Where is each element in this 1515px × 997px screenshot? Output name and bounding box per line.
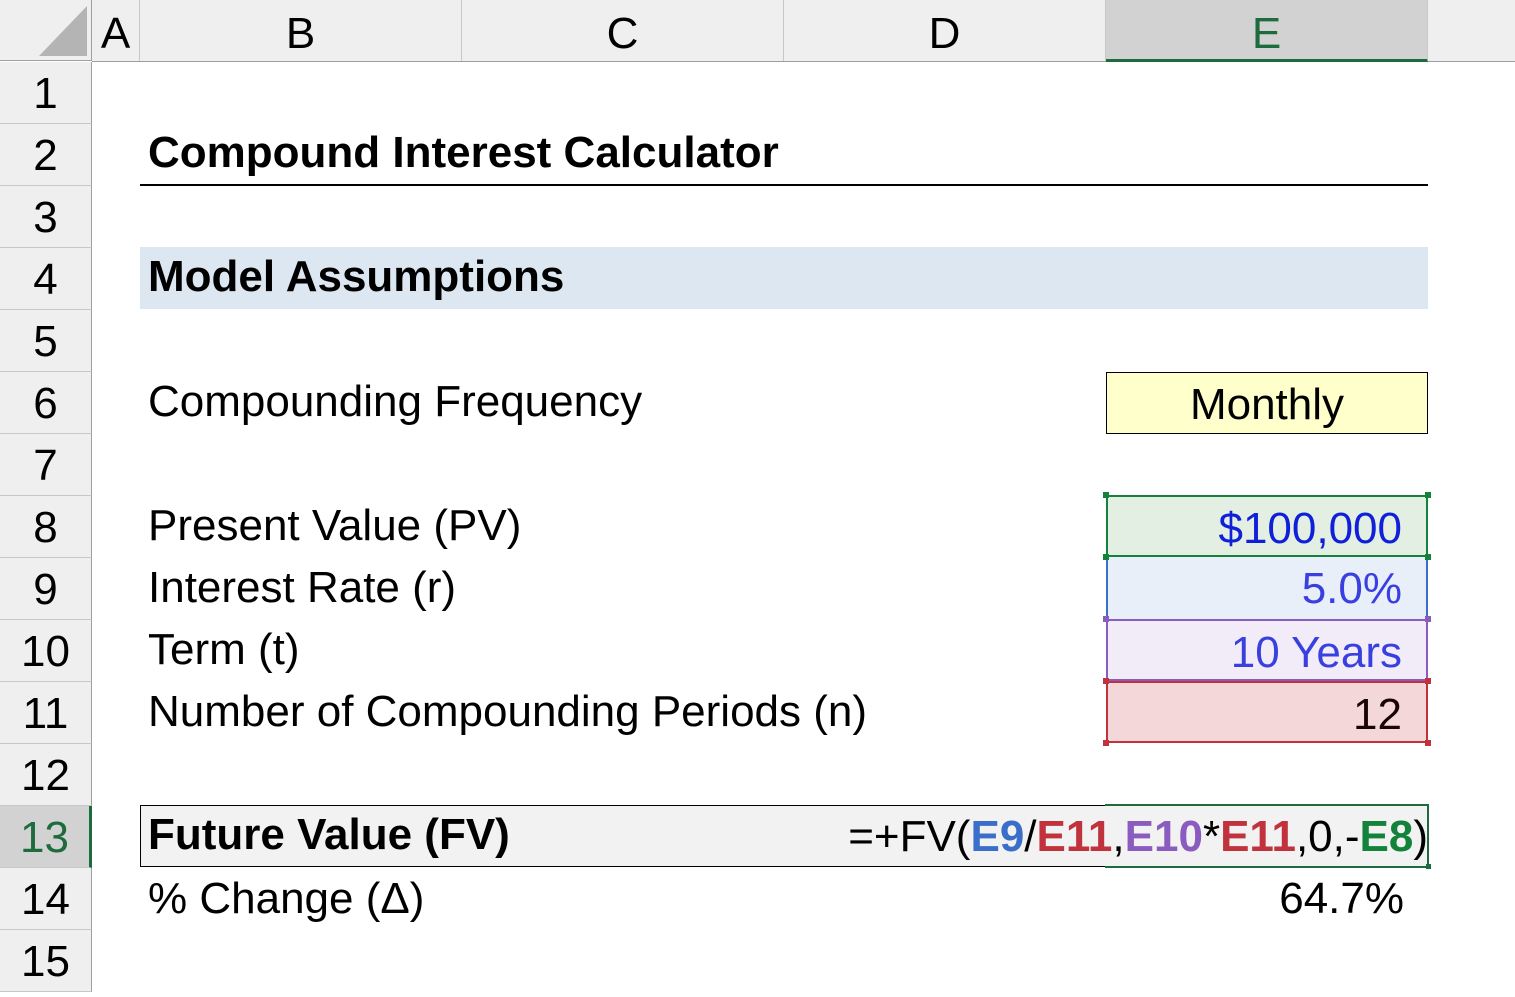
select-all-triangle-icon bbox=[39, 6, 87, 56]
label-compounding-periods: Number of Compounding Periods (n) bbox=[148, 687, 868, 736]
formula-ref-e8: E8 bbox=[1359, 812, 1414, 861]
label-compounding-frequency: Compounding Frequency bbox=[148, 377, 643, 426]
column-header-c[interactable]: C bbox=[462, 0, 784, 61]
column-header-b[interactable]: B bbox=[140, 0, 462, 61]
row-header-11[interactable]: 11 bbox=[0, 682, 92, 744]
cell-interest-rate[interactable]: 5.0% bbox=[1106, 557, 1428, 619]
range-handle-e8-bl[interactable] bbox=[1103, 554, 1109, 560]
range-handle-e8-br[interactable] bbox=[1425, 554, 1431, 560]
cell-frequency-dropdown[interactable]: Monthly bbox=[1106, 372, 1428, 434]
row-header-4[interactable]: 4 bbox=[0, 248, 92, 310]
cell-present-value[interactable]: $100,000 bbox=[1106, 495, 1428, 557]
row-header-10[interactable]: 10 bbox=[0, 620, 92, 682]
section-header: Model Assumptions bbox=[148, 252, 565, 301]
select-all-corner[interactable] bbox=[0, 0, 92, 61]
row-header-5[interactable]: 5 bbox=[0, 310, 92, 372]
fv-formula[interactable]: =+FV(E9/E11,E10*E11,0,-E8) bbox=[848, 812, 1428, 862]
range-handle-e8-tl[interactable] bbox=[1103, 492, 1109, 498]
row-header-14[interactable]: 14 bbox=[0, 868, 92, 930]
range-handle-e10-tl[interactable] bbox=[1103, 616, 1109, 622]
formula-sep: , bbox=[1112, 812, 1125, 861]
column-header-e[interactable]: E bbox=[1106, 0, 1428, 62]
range-handle-e10-tr[interactable] bbox=[1425, 616, 1431, 622]
formula-prefix: =+FV( bbox=[848, 812, 971, 861]
range-handle-e11-tl[interactable] bbox=[1103, 678, 1109, 684]
sheet-title: Compound Interest Calculator bbox=[148, 128, 779, 177]
cell-compounding-periods[interactable]: 12 bbox=[1106, 681, 1428, 743]
formula-suffix: ) bbox=[1413, 812, 1428, 861]
column-header-bar: A B C D E bbox=[92, 0, 1515, 62]
row-header-7[interactable]: 7 bbox=[0, 434, 92, 496]
row-header-2[interactable]: 2 bbox=[0, 124, 92, 186]
row-header-13[interactable]: 13 bbox=[0, 806, 92, 868]
column-header-a[interactable]: A bbox=[92, 0, 140, 61]
row-header-9[interactable]: 9 bbox=[0, 558, 92, 620]
formula-args: ,0,- bbox=[1295, 812, 1360, 861]
fill-handle[interactable] bbox=[1426, 864, 1431, 869]
row-header-12[interactable]: 12 bbox=[0, 744, 92, 806]
formula-ref-e11: E11 bbox=[1036, 812, 1113, 861]
label-present-value: Present Value (PV) bbox=[148, 501, 522, 550]
row-header-1[interactable]: 1 bbox=[0, 62, 92, 124]
formula-ref-e9: E9 bbox=[970, 812, 1025, 861]
range-handle-e11-br[interactable] bbox=[1425, 740, 1431, 746]
label-term: Term (t) bbox=[148, 625, 300, 674]
range-handle-e11-tr[interactable] bbox=[1425, 678, 1431, 684]
range-handle-e11-bl[interactable] bbox=[1103, 740, 1109, 746]
formula-op-multiply: * bbox=[1202, 812, 1221, 861]
title-underline bbox=[140, 184, 1428, 186]
label-percent-change: % Change (Δ) bbox=[148, 874, 425, 923]
label-interest-rate: Interest Rate (r) bbox=[148, 563, 457, 612]
column-header-d[interactable]: D bbox=[784, 0, 1106, 61]
formula-ref-e10: E10 bbox=[1124, 812, 1203, 861]
formula-op-divide: / bbox=[1024, 812, 1037, 861]
row-header-8[interactable]: 8 bbox=[0, 496, 92, 558]
value-percent-change: 64.7% bbox=[1279, 874, 1404, 923]
range-handle-e8-tr[interactable] bbox=[1425, 492, 1431, 498]
row-header-3[interactable]: 3 bbox=[0, 186, 92, 248]
cell-term[interactable]: 10 Years bbox=[1106, 619, 1428, 681]
formula-ref-e11-2: E11 bbox=[1220, 812, 1296, 861]
row-header-15[interactable]: 15 bbox=[0, 930, 92, 992]
label-future-value: Future Value (FV) bbox=[148, 810, 510, 859]
row-header-6[interactable]: 6 bbox=[0, 372, 92, 434]
